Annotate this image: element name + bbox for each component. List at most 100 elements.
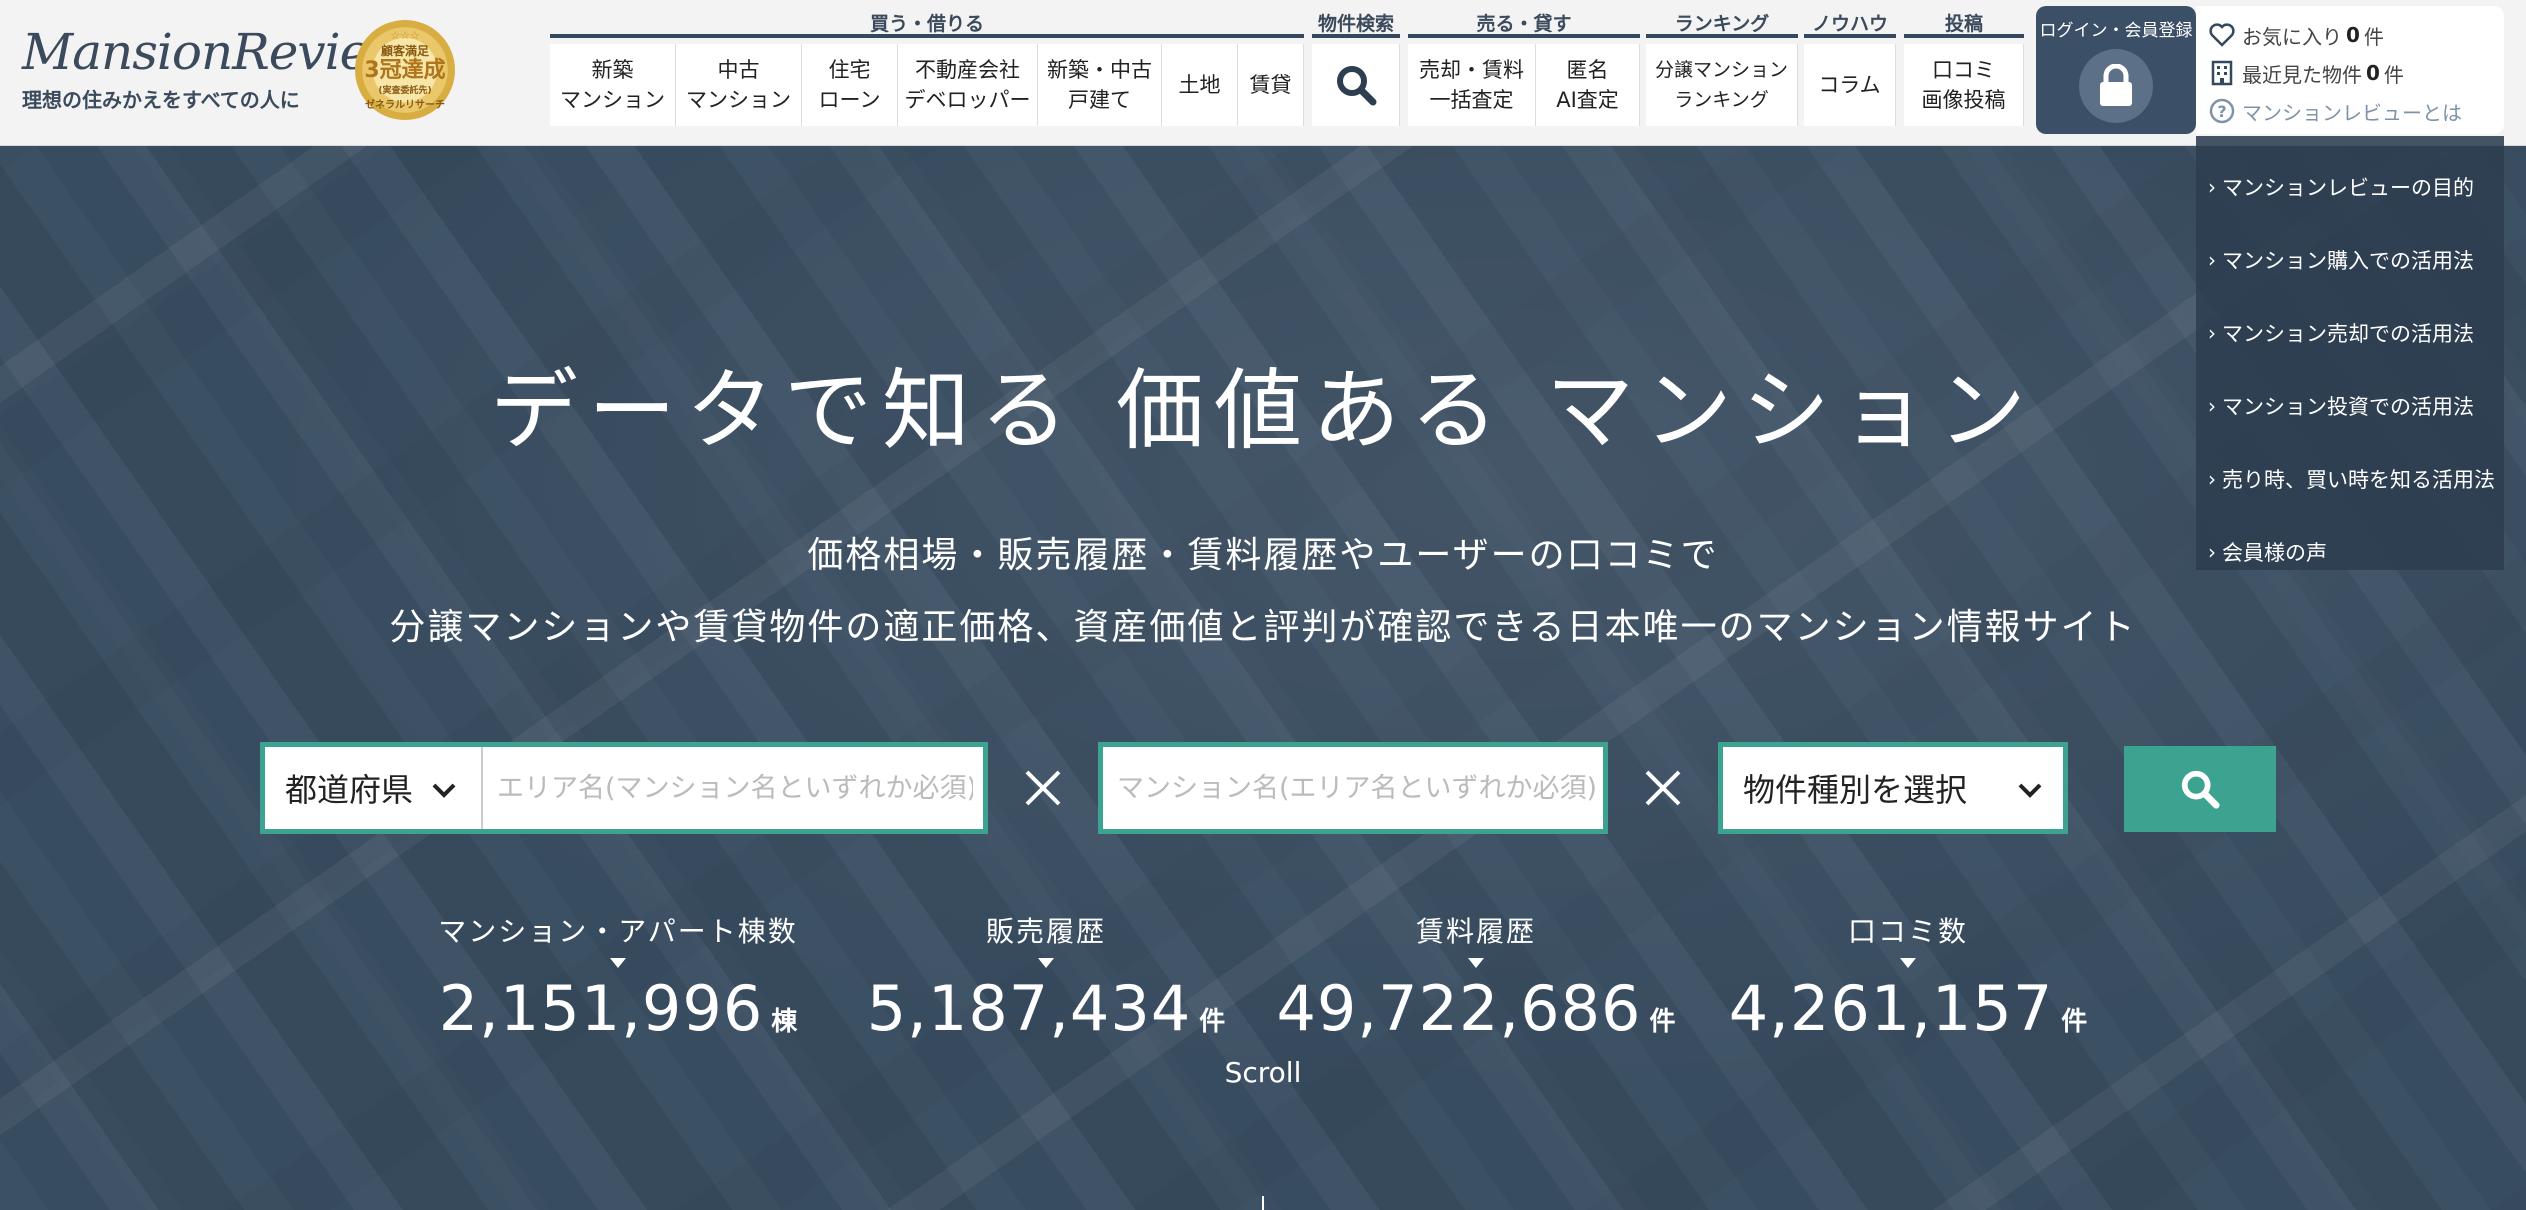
site-header: MansionReview 理想の住みかえをすべての人に ☆☆☆ 顧客満足 3冠…	[0, 0, 2526, 146]
prefecture-label: 都道府県	[285, 771, 414, 809]
quick-links: お気に入り 0 件 最近見た物件 0 件 ? マンションレビューとは	[2196, 6, 2504, 134]
logo-tagline: 理想の住みかえをすべての人に	[22, 88, 300, 112]
area-input[interactable]	[483, 747, 973, 829]
stat-value: 49,722,686	[1276, 972, 1642, 1045]
nav-group-label: 買う・借りる	[550, 10, 1304, 38]
lock-icon	[2079, 49, 2153, 123]
stat-value: 4,261,157	[1728, 972, 2054, 1045]
recent-unit: 件	[2383, 62, 2404, 87]
stat-unit: 件	[1199, 1007, 1226, 1037]
nav-detached-house[interactable]: 新築・中古 戸建て	[1038, 44, 1162, 126]
favorites-unit: 件	[2363, 24, 2384, 49]
stat-unit: 棟	[771, 1007, 798, 1037]
heart-icon	[2208, 21, 2236, 49]
chevron-right-icon: ›	[2208, 466, 2216, 491]
nav-developer[interactable]: 不動産会社 デベロッパー	[898, 44, 1038, 126]
scroll-indicator[interactable]: Scroll	[0, 1056, 2526, 1089]
award-badge: ☆☆☆ 顧客満足 3冠達成 (実査委託先) ゼネラルリサーチ	[355, 20, 455, 120]
times-icon	[1008, 756, 1078, 820]
mansion-search-group	[1098, 742, 1608, 834]
stat-buildings: マンション・アパート棟数 2,151,996 棟	[408, 910, 828, 1045]
about-label: マンションレビューとは	[2242, 100, 2462, 125]
chevron-right-icon: ›	[2208, 247, 2216, 272]
chevron-down-icon	[2017, 769, 2043, 807]
badge-stars: ☆☆☆	[390, 29, 420, 42]
nav-land[interactable]: 土地	[1162, 44, 1238, 126]
nav-housing-loan[interactable]: 住宅 ローン	[802, 44, 898, 126]
stat-label: 賃料履歴	[1415, 915, 1536, 948]
chevron-right-icon: ›	[2208, 174, 2216, 199]
nav-ai-assessment[interactable]: 匿名 AI査定	[1536, 44, 1640, 126]
about-link[interactable]: ? マンションレビューとは	[2208, 92, 2492, 130]
favorites-link[interactable]: お気に入り 0 件	[2208, 16, 2492, 54]
caret-down-icon	[1900, 958, 1916, 968]
stat-value: 5,187,434	[866, 972, 1192, 1045]
stat-unit: 件	[1649, 1007, 1676, 1037]
prefecture-select[interactable]: 都道府県	[265, 747, 483, 829]
site-logo[interactable]: MansionReview 理想の住みかえをすべての人に	[22, 22, 411, 113]
recent-link[interactable]: 最近見た物件 0 件	[2208, 54, 2492, 92]
svg-text:?: ?	[2217, 102, 2226, 121]
stat-value: 2,151,996	[438, 972, 764, 1045]
stat-label: マンション・アパート棟数	[438, 915, 798, 948]
chevron-down-icon	[431, 769, 457, 807]
question-icon: ?	[2208, 97, 2236, 125]
stat-unit: 件	[2061, 1007, 2088, 1037]
nav-group-label: 売る・貸す	[1408, 10, 1640, 38]
nav-new-mansion[interactable]: 新築 マンション	[550, 44, 676, 126]
nav-group-label: ノウハウ	[1804, 10, 1896, 38]
login-button[interactable]: ログイン・会員登録	[2036, 6, 2196, 134]
nav-group-buy: 買う・借りる 新築 マンション 中古 マンション 住宅 ローン 不動産会社 デベ…	[550, 10, 1304, 126]
hero-headline: データで知る 価値ある マンション	[490, 359, 2036, 462]
nav-used-mansion[interactable]: 中古 マンション	[676, 44, 802, 126]
nav-group-post: 投稿 口コミ 画像投稿	[1904, 10, 2024, 126]
area-search-group: 都道府県	[260, 742, 988, 834]
stat-label: 販売履歴	[985, 915, 1106, 948]
badge-line1: 顧客満足	[380, 44, 429, 58]
login-label: ログイン・会員登録	[2039, 21, 2193, 41]
badge-line3: (実査委託先)	[378, 86, 432, 96]
badge-line2: 3冠達成	[364, 58, 446, 83]
logo-text: MansionReview	[22, 23, 411, 81]
nav-rental[interactable]: 賃貸	[1238, 44, 1304, 126]
search-icon	[2181, 770, 2220, 809]
nav-group-label: ランキング	[1646, 10, 1798, 38]
hero-subtitle-1: 価格相場・販売履歴・賃料履歴やユーザーの口コミで	[807, 535, 1719, 576]
about-menu-label: マンション購入での活用法	[2222, 248, 2474, 273]
stat-rent-history: 賃料履歴 49,722,686 件	[1266, 910, 1686, 1045]
badge-line4: ゼネラルリサーチ	[365, 100, 445, 111]
hero-subtitle-2: 分譲マンションや賃貸物件の適正価格、資産価値と評判が確認できる日本唯一のマンショ…	[389, 607, 2137, 648]
nav-group-label: 投稿	[1904, 10, 2024, 38]
nav-group-sell: 売る・貸す 売却・賃料 一括査定 匿名 AI査定	[1408, 10, 1640, 126]
nav-ranking[interactable]: 分譲マンション ランキング	[1646, 44, 1798, 126]
caret-down-icon	[1038, 958, 1054, 968]
nav-column[interactable]: コラム	[1804, 44, 1896, 126]
nav-group-search: 物件検索	[1312, 10, 1400, 126]
nav-group-ranking: ランキング 分譲マンション ランキング	[1646, 10, 1798, 126]
about-menu-item[interactable]: › マンション購入での活用法	[2196, 223, 2504, 296]
times-icon	[1628, 756, 1698, 820]
property-type-select[interactable]: 物件種別を選択	[1718, 742, 2068, 834]
nav-group-label: 物件検索	[1312, 10, 1400, 38]
scroll-line	[1262, 1196, 1264, 1210]
caret-down-icon	[610, 958, 626, 968]
nav-bulk-assessment[interactable]: 売却・賃料 一括査定	[1408, 44, 1536, 126]
nav-post-review[interactable]: 口コミ 画像投稿	[1904, 44, 2024, 126]
about-menu-label: 売り時、買い時を知る活用法	[2222, 467, 2495, 492]
nav-search-button[interactable]	[1312, 44, 1400, 126]
about-menu-item[interactable]: › マンションレビューの目的	[2196, 150, 2504, 223]
stat-sales-history: 販売履歴 5,187,434 件	[836, 910, 1256, 1045]
stat-label: 口コミ数	[1847, 915, 1968, 948]
recent-label: 最近見た物件	[2242, 62, 2362, 87]
property-type-label: 物件種別を選択	[1743, 771, 1968, 809]
caret-down-icon	[1468, 958, 1484, 968]
search-icon	[1336, 66, 1376, 106]
about-menu-label: マンションレビューの目的	[2222, 175, 2474, 200]
favorites-count: 0	[2346, 23, 2360, 47]
search-submit-button[interactable]	[2124, 746, 2276, 832]
nav-group-knowhow: ノウハウ コラム	[1804, 10, 1896, 126]
favorites-label: お気に入り	[2242, 24, 2342, 49]
recent-count: 0	[2366, 61, 2380, 85]
mansion-name-input[interactable]	[1103, 747, 1603, 829]
stat-reviews: 口コミ数 4,261,157 件	[1698, 910, 2118, 1045]
